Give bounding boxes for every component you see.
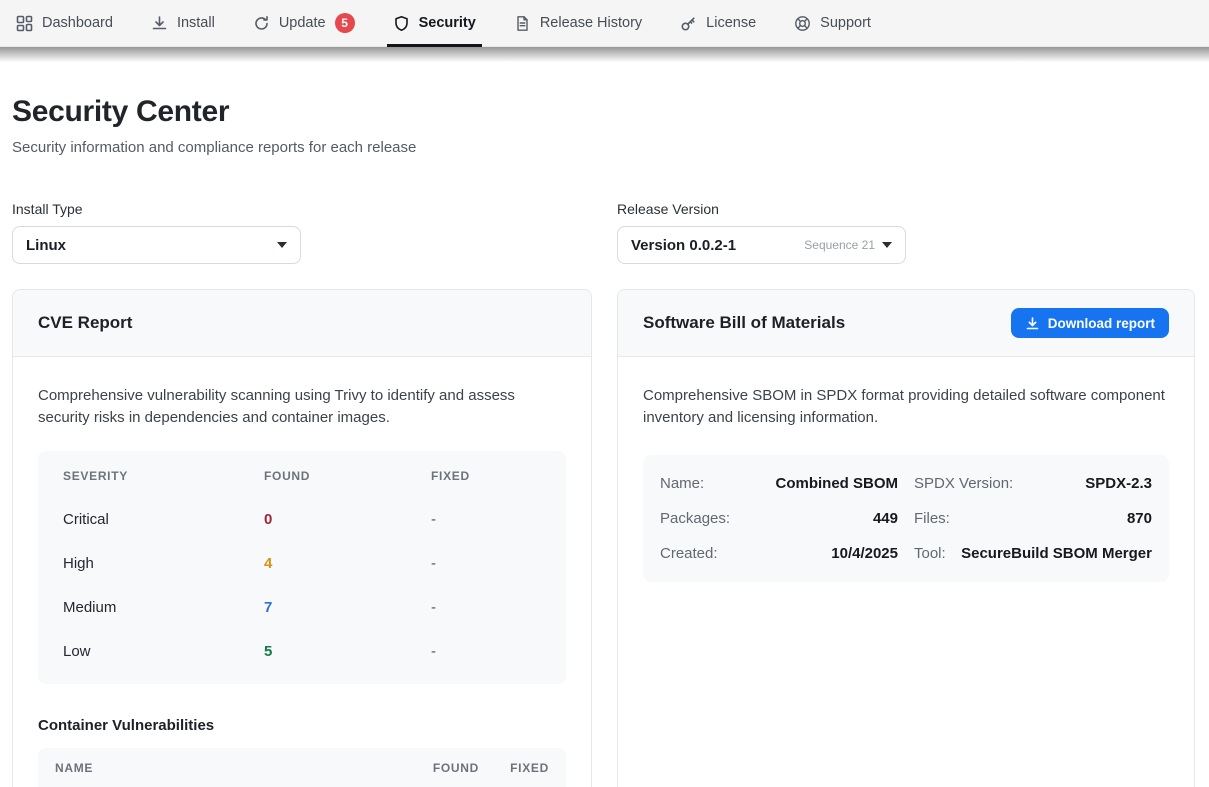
table-row: Critical 0 - [38,498,566,542]
sbom-info-cell: Files: 870 [914,501,1152,536]
table-row: Medium 7 - [38,586,566,630]
shield-icon [393,15,410,32]
cve-report-header: CVE Report [13,290,591,357]
filters-row: Install Type Linux Release Version Versi… [12,201,1195,264]
cve-report-title: CVE Report [38,313,132,333]
install-type-select[interactable]: Linux [12,226,301,264]
sbom-info-row: Created: 10/4/2025 Tool: SecureBuild SBO… [660,536,1152,571]
container-vulnerabilities-title: Container Vulnerabilities [38,717,566,734]
nav-item-security[interactable]: Security [393,0,476,47]
sbom-header: Software Bill of Materials Download repo… [618,290,1194,357]
main-content: Security Center Security information and… [0,95,1209,787]
sbom-info-grid: Name: Combined SBOM SPDX Version: SPDX-2… [643,455,1169,582]
nav-shadow [0,47,1209,62]
container-vulnerabilities-table-header: Name Found Fixed [38,748,566,787]
page-subtitle: Security information and compliance repo… [12,139,1195,156]
nav-item-update[interactable]: Update 5 [253,0,355,47]
nav-item-label: Install [177,15,215,31]
release-version-filter: Release Version Version 0.0.2-1 Sequence… [617,201,906,264]
name-column-header: Name [55,761,389,775]
nav-item-label: License [706,15,756,31]
nav-item-support[interactable]: Support [794,0,871,47]
download-report-button[interactable]: Download report [1011,308,1169,338]
nav-item-label: Dashboard [42,15,113,31]
found-count: 4 [264,555,431,572]
nav-item-install[interactable]: Install [151,0,215,47]
nav-item-label: Update [279,15,326,31]
sequence-label: Sequence 21 [804,238,875,252]
sbom-info-row: Name: Combined SBOM SPDX Version: SPDX-2… [660,466,1152,501]
page-title: Security Center [12,95,1195,129]
nav-item-label: Support [820,15,871,31]
found-count: 0 [264,511,431,528]
sbom-info-cell: Name: Combined SBOM [660,466,898,501]
table-row: High 4 - [38,542,566,586]
fixed-column-header: Fixed [479,761,549,775]
release-version-value: Version 0.0.2-1 [631,237,736,254]
nav-item-label: Security [419,15,476,31]
severity-table: Severity Found Fixed Critical 0 - High 4… [38,451,566,684]
cve-report-description: Comprehensive vulnerability scanning usi… [38,385,566,429]
nav-item-license[interactable]: License [680,0,756,47]
update-count-badge: 5 [335,13,355,33]
top-nav: Dashboard Install Update 5 Security [0,0,1209,47]
cve-report-card: CVE Report Comprehensive vulnerability s… [12,289,592,787]
release-version-select[interactable]: Version 0.0.2-1 Sequence 21 [617,226,906,264]
install-type-value: Linux [26,237,66,254]
fixed-count: - [431,599,566,616]
dashboard-grid-icon [16,15,33,32]
release-version-label: Release Version [617,201,906,217]
sbom-info-cell: Tool: SecureBuild SBOM Merger [914,536,1152,571]
key-icon [680,15,697,32]
sbom-info-cell: Packages: 449 [660,501,898,536]
download-report-label: Download report [1048,316,1155,331]
chevron-down-icon [277,242,287,248]
download-icon [1025,316,1040,331]
sbom-card: Software Bill of Materials Download repo… [617,289,1195,787]
nav-item-release-history[interactable]: Release History [514,0,642,47]
install-type-filter: Install Type Linux [12,201,301,264]
found-count: 5 [264,643,431,660]
sbom-info-cell: Created: 10/4/2025 [660,536,898,571]
sbom-title: Software Bill of Materials [643,313,845,333]
severity-column-header: Severity [63,469,264,483]
sbom-description: Comprehensive SBOM in SPDX format provid… [643,385,1169,429]
found-column-header: Found [389,761,479,775]
found-column-header: Found [264,469,431,483]
chevron-down-icon [882,242,892,248]
sbom-info-cell: SPDX Version: SPDX-2.3 [914,466,1152,501]
found-count: 7 [264,599,431,616]
nav-item-label: Release History [540,15,642,31]
table-row: Low 5 - [38,630,566,674]
fixed-count: - [431,555,566,572]
lifebuoy-icon [794,15,811,32]
fixed-count: - [431,511,566,528]
refresh-icon [253,15,270,32]
install-type-label: Install Type [12,201,301,217]
download-icon [151,15,168,32]
nav-item-dashboard[interactable]: Dashboard [16,0,113,47]
fixed-column-header: Fixed [431,469,566,483]
document-icon [514,15,531,32]
sbom-info-row: Packages: 449 Files: 870 [660,501,1152,536]
severity-table-header: Severity Found Fixed [38,454,566,498]
fixed-count: - [431,643,566,660]
